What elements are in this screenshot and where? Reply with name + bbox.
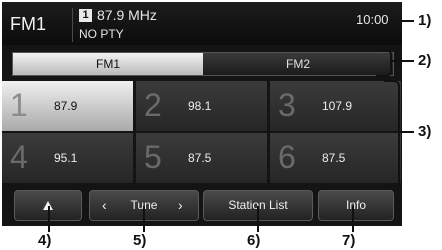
preset-number: 1 xyxy=(10,87,28,123)
preset-number: 3 xyxy=(278,87,296,123)
preset-frequency: 87.5 xyxy=(188,151,212,165)
preset-number: 4 xyxy=(10,139,28,175)
preset-number-badge: 1 xyxy=(79,9,92,22)
preset-button-4[interactable]: 4 95.1 xyxy=(2,133,133,183)
callout-line-2 xyxy=(392,60,414,62)
radio-screen: FM1 1 87.9 MHz NO PTY 10:00 FM1 FM2 1 87… xyxy=(2,2,402,226)
preset-button-5[interactable]: 5 87.5 xyxy=(136,133,267,183)
preset-button-6[interactable]: 6 87.5 xyxy=(270,133,401,183)
callout-7: 7) xyxy=(342,232,356,249)
preset-frequency: 87.5 xyxy=(322,151,346,165)
callout-5: 5) xyxy=(133,232,147,249)
callout-3: 3) xyxy=(418,123,432,140)
tab-fm1[interactable]: FM1 xyxy=(13,53,203,75)
callout-line-1 xyxy=(402,20,414,22)
callout-line-6 xyxy=(257,206,259,232)
preset-grid: 1 87.9 2 98.1 3 107.9 4 95.1 5 87.5 6 87… xyxy=(2,81,402,183)
preset-frequency: 95.1 xyxy=(54,151,78,165)
preset-number: 2 xyxy=(144,87,162,123)
preset-button-3[interactable]: 3 107.9 xyxy=(270,81,401,131)
preset-button-1[interactable]: 1 87.9 xyxy=(2,81,133,131)
callout-2: 2) xyxy=(418,52,432,69)
preset-number: 5 xyxy=(144,139,162,175)
preset-frequency: 98.1 xyxy=(188,99,212,113)
info-button[interactable]: Info xyxy=(318,190,394,221)
current-frequency: 87.9 MHz xyxy=(97,7,157,23)
preset-frequency: 87.9 xyxy=(54,99,78,113)
tab-fm2[interactable]: FM2 xyxy=(203,53,393,75)
preset-frequency: 107.9 xyxy=(322,99,353,113)
preset-number: 6 xyxy=(278,139,296,175)
status-divider xyxy=(72,8,73,42)
callout-6: 6) xyxy=(247,232,261,249)
callout-bracket-3 xyxy=(384,80,400,188)
callout-1: 1) xyxy=(418,12,432,29)
callout-line-5 xyxy=(143,206,145,232)
band-label: FM1 xyxy=(10,14,46,34)
preset-button-2[interactable]: 2 98.1 xyxy=(136,81,267,131)
clock: 10:00 xyxy=(356,12,389,27)
callout-bracket-2 xyxy=(376,49,392,77)
band-tabs: FM1 FM2 xyxy=(12,52,394,76)
callout-line-4 xyxy=(48,206,50,232)
chevron-left-icon[interactable]: ‹ xyxy=(102,191,107,220)
chevron-right-icon[interactable]: › xyxy=(178,191,183,220)
callout-4: 4) xyxy=(38,232,52,249)
pty-label: NO PTY xyxy=(79,27,124,41)
callout-line-3 xyxy=(400,131,414,133)
status-bar: FM1 1 87.9 MHz NO PTY 10:00 xyxy=(2,2,402,45)
callout-line-7 xyxy=(352,206,354,232)
